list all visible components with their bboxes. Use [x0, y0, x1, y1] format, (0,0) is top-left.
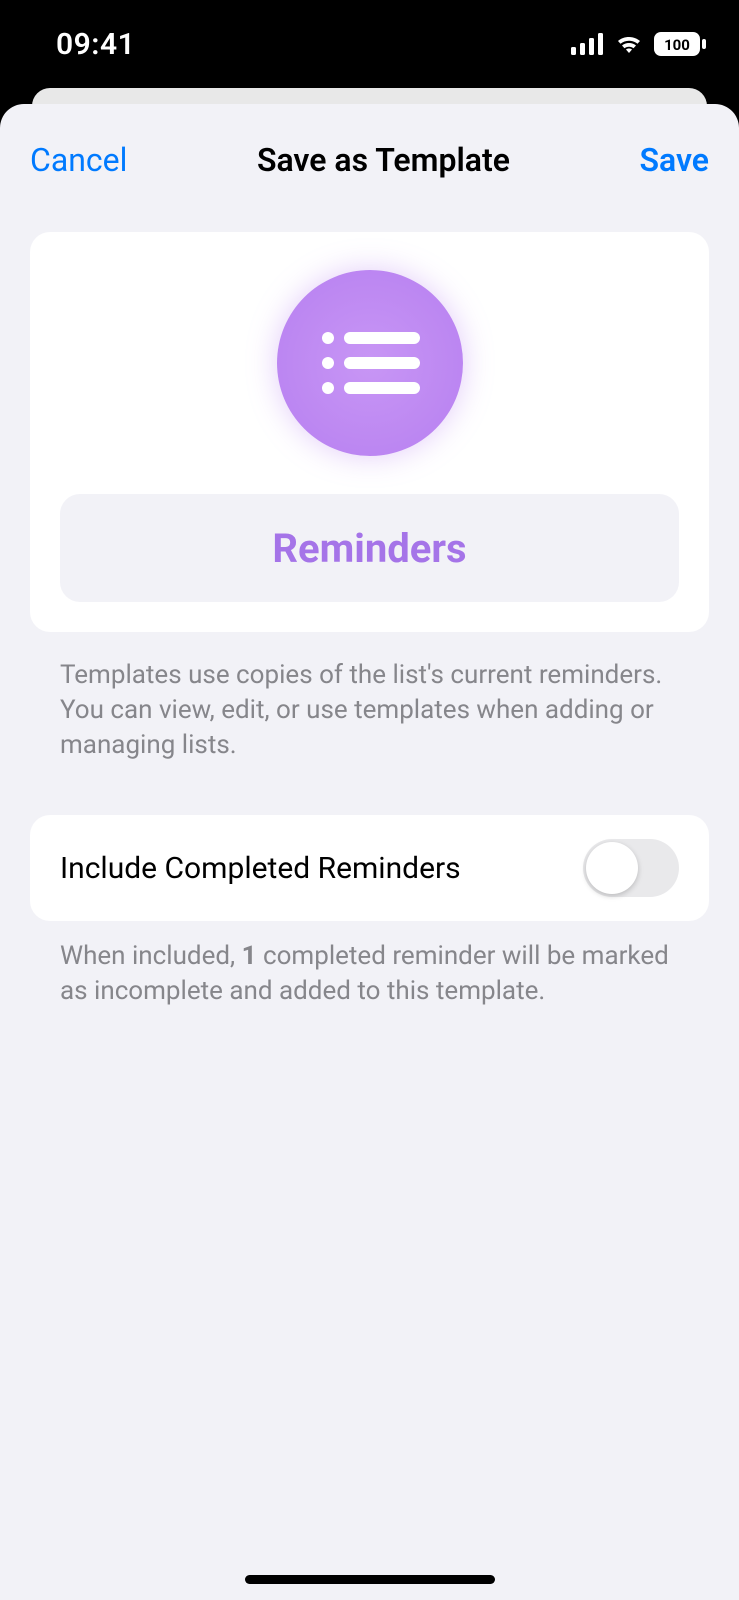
toggle-knob: [586, 842, 638, 894]
include-completed-toggle[interactable]: [583, 839, 679, 897]
include-completed-row: Include Completed Reminders: [30, 815, 709, 921]
cancel-button[interactable]: Cancel: [30, 141, 127, 179]
template-icon-circle[interactable]: [277, 270, 463, 456]
sheet-title: Save as Template: [257, 141, 510, 179]
sheet-content: Templates use copies of the list's curre…: [0, 232, 739, 1009]
battery-icon: 100: [653, 31, 707, 57]
cellular-icon: [571, 33, 605, 55]
wifi-icon: [613, 33, 645, 55]
svg-text:100: 100: [664, 36, 690, 54]
list-icon: [320, 328, 420, 398]
modal-sheet: Cancel Save as Template Save Templates u…: [0, 104, 739, 1600]
sheet-header: Cancel Save as Template Save: [0, 128, 739, 192]
template-description: Templates use copies of the list's curre…: [30, 640, 709, 763]
template-name-input[interactable]: [60, 494, 679, 602]
status-time: 09:41: [32, 27, 135, 62]
status-icons: 100: [571, 31, 707, 57]
status-bar: 09:41 100: [0, 0, 739, 88]
home-indicator[interactable]: [245, 1575, 495, 1584]
include-completed-label: Include Completed Reminders: [60, 851, 461, 886]
save-button[interactable]: Save: [639, 141, 709, 179]
template-preview-card: [30, 232, 709, 632]
include-completed-footer: When included, 1 completed reminder will…: [30, 921, 709, 1009]
